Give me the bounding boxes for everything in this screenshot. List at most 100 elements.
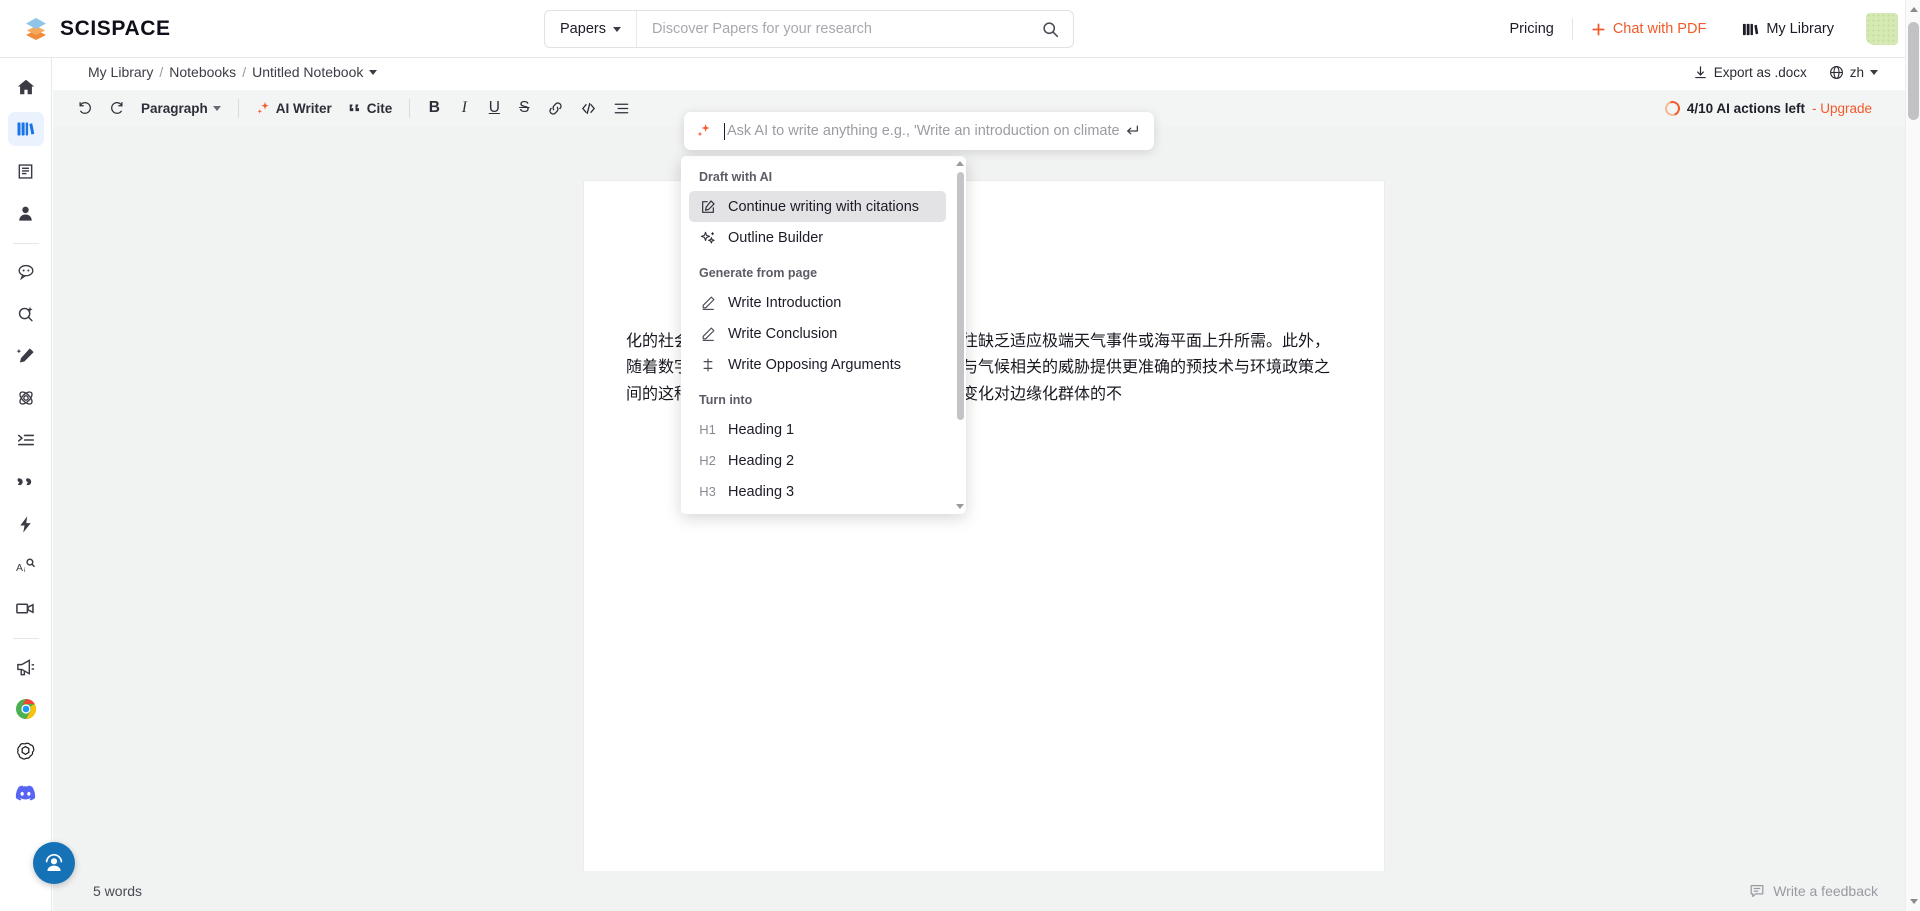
my-library-label: My Library: [1766, 21, 1834, 37]
scroll-up-arrow-icon[interactable]: [1909, 7, 1918, 12]
ai-menu-item-write-introduction[interactable]: Write Introduction: [689, 287, 946, 318]
write-feedback-label: Write a feedback: [1773, 883, 1878, 899]
write-feedback-button[interactable]: Write a feedback: [1749, 883, 1878, 899]
openai-icon: [15, 741, 36, 762]
scrollbar-thumb[interactable]: [956, 172, 964, 420]
sidebar-item-chatgpt-plugin[interactable]: [8, 734, 44, 768]
upgrade-link[interactable]: - Upgrade: [1812, 101, 1872, 116]
triangle-up-icon[interactable]: [956, 161, 964, 166]
my-library-link[interactable]: My Library: [1724, 21, 1852, 38]
redo-icon: [109, 100, 125, 116]
export-docx-button[interactable]: Export as .docx: [1693, 65, 1807, 80]
search-sparkle-icon: [16, 304, 36, 324]
redo-button[interactable]: [103, 95, 131, 121]
code-button[interactable]: [574, 95, 603, 121]
sidebar-item-home[interactable]: [8, 70, 44, 104]
word-count: 5 words: [93, 883, 143, 899]
ai-menu-item-write-opposing-arguments[interactable]: Write Opposing Arguments: [689, 349, 946, 380]
sidebar-item-chrome-extension[interactable]: [8, 692, 44, 726]
pencil-sparkle-icon: [16, 346, 36, 366]
ai-menu-scrollbar[interactable]: [956, 161, 964, 509]
sidebar-item-paraphraser[interactable]: [8, 507, 44, 541]
scroll-down-arrow-icon[interactable]: [1909, 899, 1918, 904]
sidebar-item-discord[interactable]: [8, 776, 44, 810]
return-arrow-icon[interactable]: [1124, 123, 1140, 139]
code-icon: [580, 100, 597, 117]
sidebar-item-ai-writer[interactable]: [8, 339, 44, 373]
breadcrumb-separator: /: [159, 64, 164, 80]
heading-1-icon: H1: [699, 422, 716, 437]
list-icon: [613, 100, 630, 117]
sparkle-icon: [256, 101, 271, 116]
ai-menu-item-label: Heading 3: [728, 483, 795, 500]
list-button[interactable]: [607, 95, 636, 121]
ai-menu-item-outline-builder[interactable]: Outline Builder: [689, 222, 946, 253]
subheader-actions: Export as .docx zh: [1693, 65, 1878, 80]
support-button[interactable]: [33, 842, 75, 884]
paragraph-style-dropdown[interactable]: Paragraph: [135, 95, 227, 121]
search-scope-dropdown[interactable]: Papers: [545, 11, 637, 47]
top-header: SCISPACE Papers Pricing Chat w: [0, 0, 1920, 58]
ai-menu-item-continue-writing-with-citations[interactable]: Continue writing with citations: [689, 191, 946, 222]
sidebar-item-chat-bot[interactable]: [8, 255, 44, 289]
brand-name: SCISPACE: [60, 16, 171, 40]
sidebar-divider: [12, 243, 39, 244]
left-sidebar: A i: [0, 58, 52, 911]
ai-menu-item-label: Heading 1: [728, 421, 795, 438]
triangle-down-icon[interactable]: [956, 504, 964, 509]
language-selector[interactable]: zh: [1829, 65, 1878, 80]
list-indent-icon: [16, 430, 36, 450]
ai-menu-item-write-conclusion[interactable]: Write Conclusion: [689, 318, 946, 349]
sidebar-item-announcements[interactable]: [8, 650, 44, 684]
italic-button[interactable]: I: [451, 95, 477, 121]
breadcrumb-item-my-library[interactable]: My Library: [88, 64, 153, 80]
chat-with-pdf-button[interactable]: Chat with PDF: [1573, 21, 1724, 37]
pricing-link[interactable]: Pricing: [1492, 21, 1572, 37]
ai-prompt-input[interactable]: [725, 123, 1124, 139]
chevron-down-icon: [612, 26, 621, 32]
page-scrollbar[interactable]: [1905, 0, 1920, 911]
toolbar-divider-1: [237, 98, 239, 118]
sidebar-item-citation-generator[interactable]: [8, 465, 44, 499]
scrollbar-thumb[interactable]: [1908, 22, 1919, 120]
sidebar-item-journals[interactable]: [8, 154, 44, 188]
sidebar-item-outline[interactable]: [8, 423, 44, 457]
search-button[interactable]: [1027, 11, 1073, 47]
strikethrough-button[interactable]: S: [511, 95, 537, 121]
ai-menu-scroll-area: Draft with AI Continue writing with cita…: [681, 156, 954, 514]
sidebar-item-authors[interactable]: [8, 196, 44, 230]
sidebar-item-extract-data[interactable]: [8, 381, 44, 415]
ai-menu-item-heading-1[interactable]: H1 Heading 1: [689, 414, 946, 445]
ai-menu-item-heading-3[interactable]: H3 Heading 3: [689, 476, 946, 507]
undo-icon: [77, 100, 93, 116]
ai-menu-item-label: Write Conclusion: [728, 325, 838, 342]
pricing-label: Pricing: [1509, 21, 1554, 37]
chevron-down-icon[interactable]: [369, 69, 378, 75]
cite-button[interactable]: Cite: [342, 95, 399, 121]
ai-command-menu: Draft with AI Continue writing with cita…: [681, 156, 966, 514]
ai-detect-icon: A i: [15, 556, 36, 577]
cite-label: Cite: [366, 100, 393, 116]
breadcrumb-item-notebooks[interactable]: Notebooks: [169, 64, 236, 80]
sidebar-item-ai-detector[interactable]: A i: [8, 549, 44, 583]
chevron-down-icon: [212, 105, 221, 111]
ai-writer-button[interactable]: AI Writer: [250, 95, 338, 121]
sidebar-item-library[interactable]: [7, 112, 44, 146]
bold-button[interactable]: B: [421, 95, 447, 121]
underline-button[interactable]: U: [481, 95, 507, 121]
user-avatar[interactable]: [1866, 13, 1898, 45]
toolbar-divider-2: [409, 98, 411, 118]
breadcrumb-item-untitled-notebook[interactable]: Untitled Notebook: [252, 64, 363, 80]
sidebar-item-literature-review[interactable]: [8, 297, 44, 331]
sidebar-item-video[interactable]: [8, 591, 44, 625]
svg-text:i: i: [24, 566, 26, 573]
undo-button[interactable]: [71, 95, 99, 121]
home-icon: [16, 77, 36, 97]
ai-menu-item-heading-2[interactable]: H2 Heading 2: [689, 445, 946, 476]
link-button[interactable]: [541, 95, 570, 121]
pencil-icon: [699, 295, 716, 311]
ai-menu-item-label: Continue writing with citations: [728, 198, 920, 215]
brand[interactable]: SCISPACE: [22, 15, 171, 43]
search-input[interactable]: [637, 21, 1027, 37]
quote-icon: [348, 101, 362, 115]
